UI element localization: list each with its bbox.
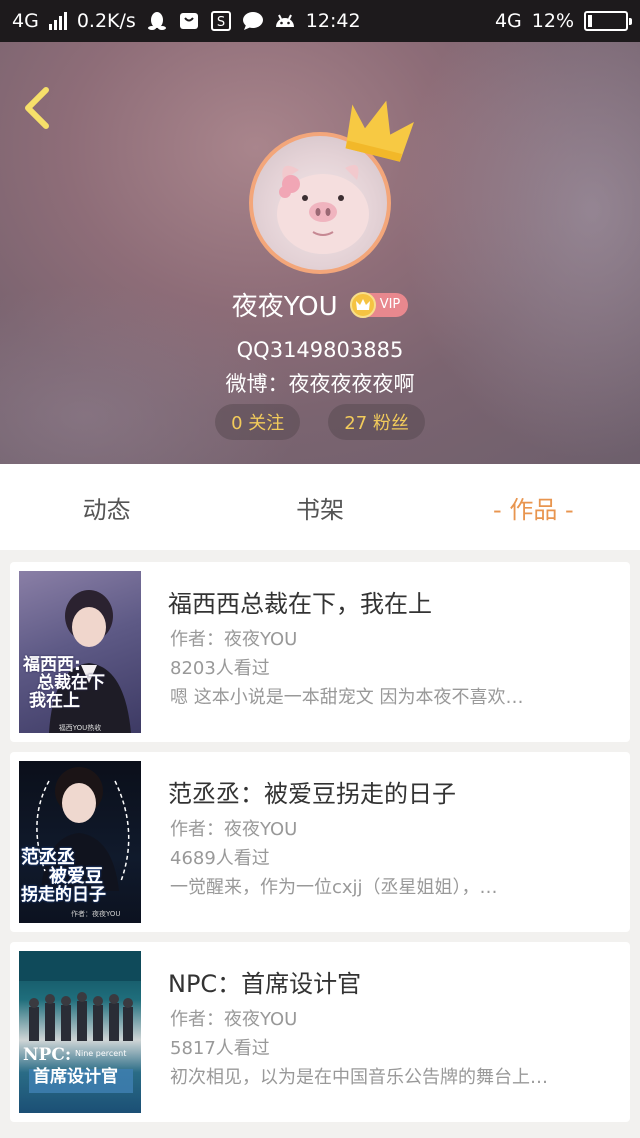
status-left: 4G 0.2K/s S 12:42	[12, 10, 361, 32]
status-bar: 4G 0.2K/s S 12:42 4G 12%	[0, 0, 640, 42]
user-name: 夜夜YOU	[231, 292, 338, 322]
tab-bar: 动态 书架 - 作品 -	[0, 464, 640, 550]
vip-label: VIP	[379, 297, 401, 312]
book-cover: 福西西: 总裁在下 我在上 福西YOU热收	[19, 571, 141, 733]
work-desc: 嗯 这本小说是一本甜宠文 因为本夜不喜欢…	[170, 687, 524, 708]
book-cover: 范丞丞 被爱豆 拐走的日子 作者：夜夜YOU	[19, 761, 141, 923]
profile-header: 夜夜YOU VIP QQ3149803885 微博：夜夜夜夜夜啊 0 关注 27…	[0, 42, 640, 464]
cover-caption: 作者：夜夜YOU	[71, 910, 121, 918]
crown-coin-icon	[349, 291, 376, 318]
avatar[interactable]	[249, 100, 414, 274]
fans-pill[interactable]: 27 粉丝	[328, 404, 425, 440]
name-row: 夜夜YOU VIP	[0, 286, 640, 323]
qq-icon	[146, 11, 168, 31]
cover-line: 被爱豆	[49, 865, 103, 887]
work-title[interactable]: 范丞丞：被爱豆拐走的日子	[168, 774, 456, 809]
vip-badge[interactable]: VIP	[349, 291, 409, 318]
cover-group-photo-icon	[19, 951, 141, 1093]
battery-percent: 12%	[531, 10, 574, 32]
svg-text:S: S	[217, 15, 225, 30]
work-author: 作者：夜夜YOU	[170, 629, 298, 650]
cover-title: 范丞丞 被爱豆 拐走的日子	[21, 848, 106, 905]
list-item[interactable]: 福西西: 总裁在下 我在上 福西YOU热收 福西西总裁在下，我在上 作者：夜夜Y…	[10, 562, 630, 742]
back-button[interactable]	[16, 84, 56, 132]
cover-title: 福西西: 总裁在下 我在上	[23, 656, 105, 711]
tab-works[interactable]: - 作品 -	[427, 490, 640, 525]
list-item[interactable]: 范丞丞 被爱豆 拐走的日子 作者：夜夜YOU 范丞丞：被爱豆拐走的日子 作者：夜…	[10, 752, 630, 932]
bag-icon	[178, 11, 200, 31]
cover-caption: Nine percent	[75, 1049, 127, 1058]
book-cover: NPC: 首席设计官 Nine percent	[19, 951, 141, 1113]
cover-line: 我在上	[29, 690, 80, 711]
work-views: 8203人看过	[170, 658, 270, 679]
speed-label: 0.2K/s	[76, 10, 136, 32]
stats-pills: 0 关注 27 粉丝	[0, 404, 640, 440]
work-title[interactable]: 福西西总裁在下，我在上	[168, 584, 432, 619]
qq-number: QQ3149803885	[236, 338, 404, 362]
cover-line: 总裁在下	[37, 672, 105, 693]
work-desc: 初次相见，以为是在中国音乐公告牌的舞台上…	[170, 1067, 548, 1088]
s-icon: S	[210, 11, 232, 31]
follow-pill[interactable]: 0 关注	[215, 404, 301, 440]
signal-icon	[48, 12, 67, 30]
work-desc: 一觉醒来，作为一位cxjj（丞星姐姐），…	[170, 877, 498, 898]
cover-line: 首席设计官	[33, 1066, 118, 1087]
work-views: 4689人看过	[170, 848, 270, 869]
work-views: 5817人看过	[170, 1038, 270, 1059]
status-right: 4G 12%	[494, 10, 632, 32]
android-icon	[274, 11, 296, 31]
weibo-line: 微博：夜夜夜夜夜啊	[225, 372, 415, 396]
battery-icon	[584, 11, 632, 31]
chevron-left-icon	[25, 87, 49, 129]
cover-line: 拐走的日子	[21, 884, 106, 905]
time-label: 12:42	[305, 10, 361, 32]
tab-activity[interactable]: 动态	[0, 490, 213, 525]
chat-icon	[242, 11, 264, 31]
battery-level	[588, 15, 592, 27]
network-right-label: 4G	[494, 10, 522, 32]
cover-caption: 福西YOU热收	[58, 724, 102, 732]
network-label: 4G	[12, 10, 39, 32]
tab-bookshelf[interactable]: 书架	[213, 490, 426, 525]
list-item[interactable]: NPC: 首席设计官 Nine percent NPC：首席设计官 作者：夜夜Y…	[10, 942, 630, 1122]
work-title[interactable]: NPC：首席设计官	[168, 964, 361, 999]
work-author: 作者：夜夜YOU	[170, 1009, 298, 1030]
work-author: 作者：夜夜YOU	[170, 819, 298, 840]
